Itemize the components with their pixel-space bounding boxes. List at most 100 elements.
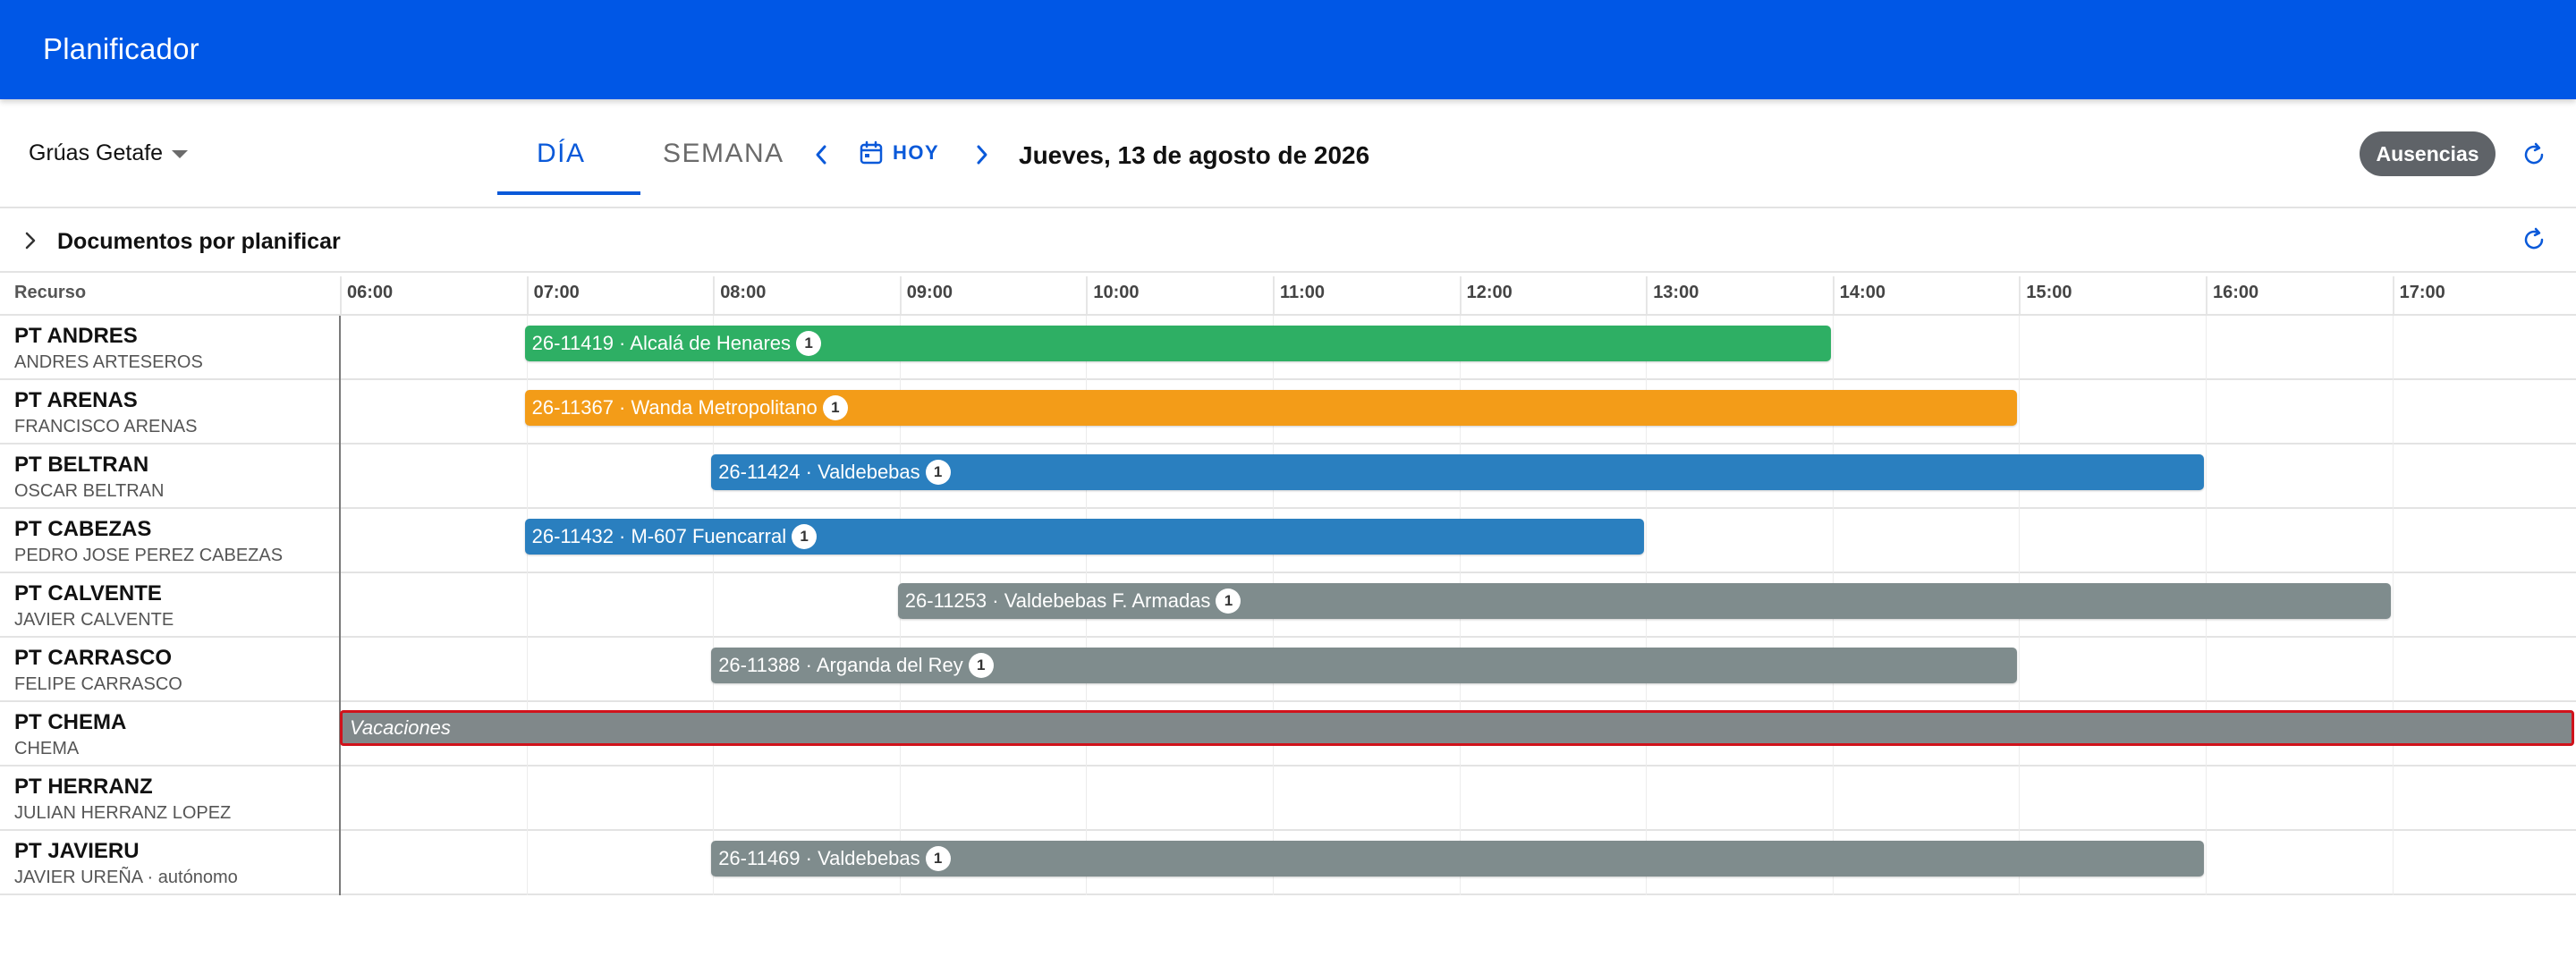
hour-gridline (2206, 509, 2207, 573)
job-count-badge: 1 (968, 653, 994, 678)
hour-gridline (1273, 766, 1274, 831)
resource-driver: PEDRO JOSE PEREZ CABEZAS (14, 546, 284, 565)
resource-driver: FRANCISCO ARENAS (14, 417, 198, 436)
refresh-button[interactable] (2521, 141, 2547, 168)
hour-gridline (2206, 766, 2207, 831)
app-title: Planificador (43, 32, 199, 65)
documents-title: Documentos por planificar (57, 229, 341, 254)
resource-name: PT JAVIERU (14, 839, 140, 863)
hour-tick: 10:00 (1086, 276, 1140, 314)
job-bar[interactable]: 26-11367 · Wanda Metropolitano 1 (524, 390, 2018, 426)
today-label: HOY (893, 141, 940, 164)
job-bar[interactable]: 26-11424 · Valdebebas 1 (711, 454, 2204, 490)
tab-week[interactable]: SEMANA (663, 139, 784, 169)
hour-tick: 17:00 (2392, 276, 2445, 314)
resource-divider (339, 380, 341, 445)
resource-divider (339, 638, 341, 702)
hour-gridline (713, 766, 715, 831)
previous-day-button[interactable] (810, 141, 832, 168)
resource-driver: OSCAR BELTRAN (14, 481, 165, 501)
hour-gridline (526, 573, 528, 638)
absence-bar[interactable]: Vacaciones (340, 710, 2574, 746)
job-bar[interactable]: 26-11419 · Alcalá de Henares 1 (524, 326, 1831, 361)
resource-row: PT HERRANZ JULIAN HERRANZ LOPEZ (0, 766, 2576, 831)
resource-name: PT CARRASCO (14, 646, 173, 670)
calendar-icon (860, 140, 883, 165)
job-bar[interactable]: 26-11388 · Arganda del Rey 1 (711, 648, 2018, 683)
job-label: 26-11432 · M-607 Fuencarral (531, 525, 787, 547)
location-selector[interactable]: Grúas Getafe (29, 140, 189, 166)
job-label: 26-11424 · Valdebebas (718, 461, 920, 483)
resource-name: PT HERRANZ (14, 775, 153, 799)
job-label: 26-11253 · Valdebebas F. Armadas (904, 589, 1211, 612)
job-label: 26-11469 · Valdebebas (718, 847, 920, 869)
expand-documents-button[interactable] (20, 229, 41, 252)
resource-name: PT CALVENTE (14, 581, 162, 606)
location-label: Grúas Getafe (29, 140, 164, 165)
resource-row: PT JAVIERU JAVIER UREÑA · autónomo 26-1146… (0, 831, 2576, 895)
hour-tick: 12:00 (1459, 276, 1513, 314)
app-bar: Planificador (0, 0, 2576, 99)
job-bar[interactable]: 26-11253 · Valdebebas F. Armadas 1 (897, 583, 2391, 619)
hour-gridline (526, 445, 528, 509)
hour-gridline (526, 638, 528, 702)
resource-row: PT ANDRES ANDRES ARTESEROS 26-11419 · Alca… (0, 316, 2576, 380)
hour-gridline (2392, 509, 2394, 573)
hour-gridline (1459, 766, 1461, 831)
hour-gridline (2392, 766, 2394, 831)
job-count-badge: 1 (796, 331, 822, 356)
hour-gridline (1646, 509, 1648, 573)
resource-driver: JAVIER CALVENTE (14, 610, 174, 630)
resource-row: PT CHEMA CHEMA Vacaciones (0, 702, 2576, 766)
hour-tick: 08:00 (713, 276, 766, 314)
hour-tick: 14:00 (1832, 276, 1885, 314)
job-label: 26-11388 · Arganda del Rey (718, 654, 963, 676)
absences-button[interactable]: Ausencias (2360, 131, 2496, 176)
job-bar[interactable]: 26-11432 · M-607 Fuencarral 1 (524, 519, 1645, 555)
hour-gridline (2392, 445, 2394, 509)
resource-driver: CHEMA (14, 739, 80, 758)
resource-row: PT CABEZAS PEDRO JOSE PEREZ CABEZAS 26-114… (0, 509, 2576, 573)
chevron-left-icon (816, 145, 826, 165)
hour-gridline (2019, 316, 2021, 380)
timeline-header: Recurso 06:00 07:00 08:00 09:00 10:00 11:00 12… (0, 273, 2576, 316)
hour-tick: 09:00 (899, 276, 953, 314)
resource-divider (339, 831, 341, 895)
resource-row: PT CARRASCO FELIPE CARRASCO 26-11388 · Arg… (0, 638, 2576, 702)
job-label: 26-11419 · Alcalá de Henares (531, 332, 792, 354)
hour-gridline (713, 573, 715, 638)
active-tab-indicator (497, 191, 640, 195)
hour-gridline (2206, 445, 2207, 509)
resource-divider (339, 445, 341, 509)
resource-name: PT CHEMA (14, 710, 127, 734)
hour-gridline (2206, 380, 2207, 445)
hour-gridline (1086, 766, 1088, 831)
hour-gridline (1832, 509, 1834, 573)
job-label: 26-11367 · Wanda Metropolitano (531, 396, 818, 419)
caret-down-icon (172, 150, 189, 158)
job-count-badge: 1 (925, 846, 951, 871)
hour-gridline (2206, 638, 2207, 702)
hour-gridline (2392, 380, 2394, 445)
toolbar: Grúas Getafe DÍA SEMANA HOY Jueves, 13 d… (0, 99, 2576, 208)
refresh-documents-button[interactable] (2521, 226, 2547, 253)
resource-driver: ANDRES ARTESEROS (14, 352, 203, 372)
documents-panel-header: Documentos por planificar (0, 208, 2576, 273)
today-button[interactable]: HOY (859, 140, 939, 165)
chevron-right-icon (977, 145, 987, 165)
hour-gridline (2206, 316, 2207, 380)
resource-row: PT BELTRAN OSCAR BELTRAN 26-11424 · Valdeb… (0, 445, 2576, 509)
hour-gridline (2392, 831, 2394, 895)
next-day-button[interactable] (971, 141, 993, 168)
resource-name: PT ARENAS (14, 388, 138, 412)
hour-tick: 15:00 (2019, 276, 2072, 314)
job-count-badge: 1 (792, 524, 818, 549)
tab-day[interactable]: DÍA (537, 139, 586, 169)
hour-tick: 13:00 (1646, 276, 1699, 314)
hour-gridline (1832, 316, 1834, 380)
resource-name: PT ANDRES (14, 324, 138, 348)
hour-gridline (2019, 638, 2021, 702)
resource-divider (339, 316, 341, 380)
resource-divider (339, 766, 341, 831)
job-bar[interactable]: 26-11469 · Valdebebas 1 (711, 841, 2204, 877)
